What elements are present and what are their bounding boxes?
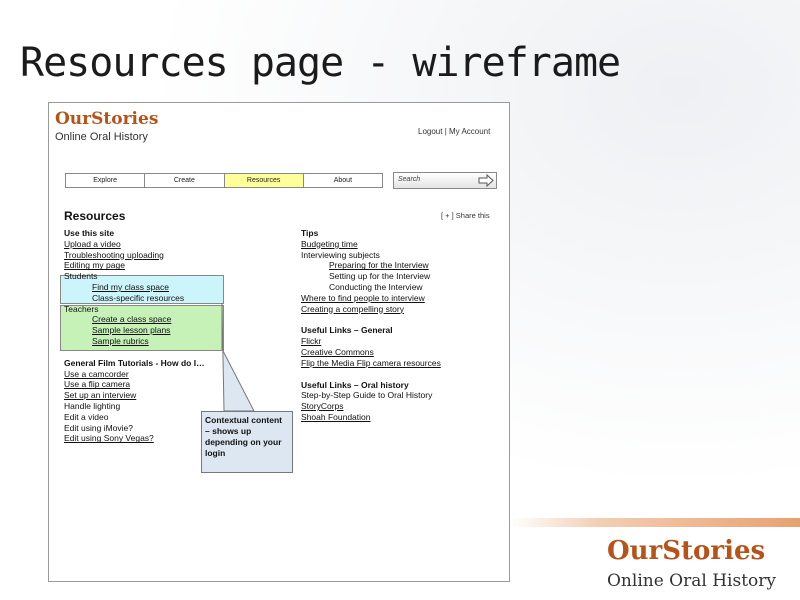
wireframe-frame: OurStories Online Oral History Logout | … [48, 102, 510, 582]
brand-footer-subtitle: Online Oral History [607, 571, 776, 591]
footer-accent-bar [510, 518, 800, 527]
slide-title: Resources page - wireframe [20, 40, 621, 86]
contextual-content-callout: Contextual content – shows up depending … [201, 411, 293, 473]
callout-pointer [221, 302, 255, 412]
brand-footer-title: OurStories [607, 536, 766, 566]
